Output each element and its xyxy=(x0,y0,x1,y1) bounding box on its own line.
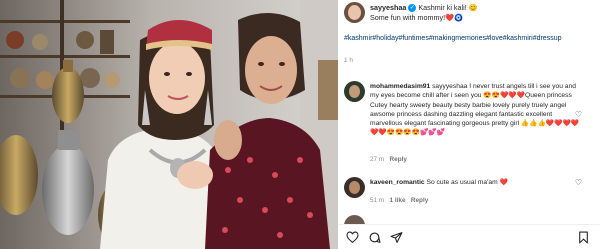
caption-line-1: Kashmir ki kali! 😊 xyxy=(418,3,478,12)
comment-body: So cute as usual ma'am ❤️ xyxy=(426,179,508,186)
caption-username[interactable]: sayyeshaa xyxy=(370,3,406,12)
post-photo[interactable] xyxy=(0,0,338,249)
reply-button[interactable]: Reply xyxy=(390,156,407,163)
caption-text: sayyeshaa ✓ Kashmir ki kali! 😊 Some fun … xyxy=(370,3,594,22)
post-panel: sayyeshaa ✓ Kashmir ki kali! 😊 Some fun … xyxy=(338,0,600,249)
share-icon[interactable] xyxy=(390,231,403,244)
reply-button[interactable]: Reply xyxy=(411,197,428,204)
comment-time: 27 m xyxy=(370,156,385,163)
comment-likes[interactable]: 1 like xyxy=(390,197,406,204)
comment-meta: 27 m Reply xyxy=(370,156,407,163)
heart-icon[interactable]: ♡ xyxy=(575,110,582,119)
bookmark-icon[interactable] xyxy=(577,231,590,244)
post-time: 1 h xyxy=(344,57,353,64)
avatar[interactable] xyxy=(344,2,365,23)
avatar[interactable] xyxy=(344,81,365,102)
comment-icon[interactable] xyxy=(368,231,381,244)
comment-text: mohammedasim91 sayyyeshaa I never trust … xyxy=(370,82,582,138)
caption-emoji: ❤️🧿 xyxy=(445,12,463,22)
caption-line-2: Some fun with mommy! xyxy=(370,12,446,22)
photo-illustration xyxy=(0,0,338,249)
comment-meta: 51 m 1 like Reply xyxy=(370,197,428,204)
comment-username[interactable]: mohammedasim91 xyxy=(370,83,430,90)
avatar[interactable] xyxy=(344,177,365,198)
verified-icon: ✓ xyxy=(408,4,417,13)
comment-time: 51 m xyxy=(370,197,385,204)
comment-body: sayyyeshaa I never trust angels till i s… xyxy=(370,83,580,137)
caption: sayyeshaa ✓ Kashmir ki kali! 😊 Some fun … xyxy=(344,2,592,54)
heart-icon[interactable]: ♡ xyxy=(575,178,582,187)
comment-username[interactable]: kaveen_romantic xyxy=(370,179,425,186)
comment-text: kaveen_romantic So cute as usual ma'am ❤… xyxy=(370,178,582,188)
heart-icon[interactable] xyxy=(346,231,359,244)
hashtags[interactable]: #kashmir#holiday#funtimes#makingmemories… xyxy=(344,34,594,43)
action-bar xyxy=(338,224,600,249)
